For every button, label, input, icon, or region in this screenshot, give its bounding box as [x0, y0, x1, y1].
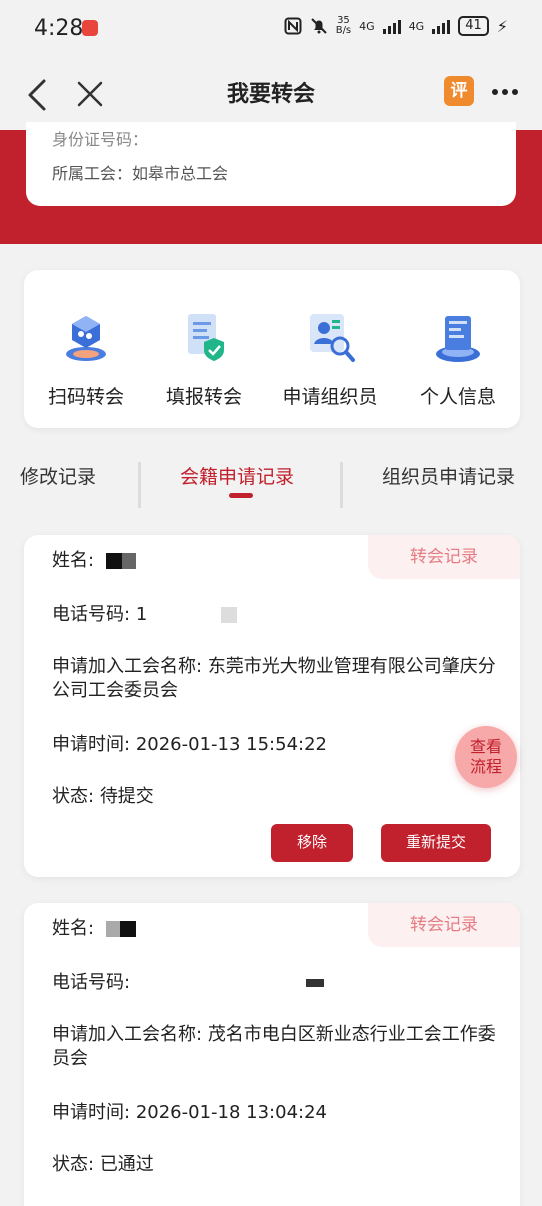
- battery-indicator: 41: [458, 16, 489, 36]
- signal-icon-2: [432, 18, 451, 34]
- redaction-mask: [105, 921, 120, 937]
- status-bar: 4:28 35 B/s 4G 4G 41 ⚡: [0, 0, 542, 58]
- tab-divider: [340, 462, 343, 508]
- action-fill-transfer[interactable]: 填报转会: [142, 310, 266, 409]
- tab-membership-records[interactable]: 会籍申请记录: [180, 462, 294, 489]
- profile-card: 身份证号码： 所属工会：如皋市总工会: [26, 122, 516, 206]
- quick-actions: 扫码转会 填报转会 申请组织员 个人信息: [24, 270, 520, 428]
- phone-label: 电话号码:: [52, 604, 131, 625]
- record-union: 申请加入工会名称: 茂名市电白区新业态行业工会工作委员会: [52, 1023, 502, 1071]
- record-status: 状态: 已通过: [52, 1153, 502, 1177]
- union-value: 如皋市总工会: [132, 164, 229, 183]
- app-notification-icon: [82, 20, 98, 36]
- record-name: 姓名:: [52, 549, 502, 573]
- redaction-mask: [305, 979, 324, 987]
- record-phone: 电话号码: 1: [52, 603, 502, 627]
- net-speed: 35 B/s: [336, 16, 351, 36]
- name-label: 姓名:: [52, 918, 95, 939]
- status-value: 已通过: [99, 1154, 154, 1175]
- record-name: 姓名:: [52, 917, 502, 941]
- action-apply-organizer[interactable]: 申请组织员: [268, 310, 392, 409]
- rate-button[interactable]: 评: [444, 76, 474, 106]
- status-value: 待提交: [99, 786, 154, 807]
- flow-label-line2: 流程: [469, 757, 502, 776]
- more-icon[interactable]: [490, 82, 520, 102]
- action-label: 申请组织员: [282, 386, 378, 408]
- time-label: 申请时间:: [52, 1102, 131, 1123]
- tab-modify-records[interactable]: 修改记录: [20, 462, 96, 489]
- personal-info-icon: [430, 310, 486, 366]
- redaction-mask: [121, 553, 136, 569]
- phone-label: 电话号码:: [52, 972, 131, 993]
- record-time: 申请时间: 2026-01-18 13:04:24: [52, 1101, 502, 1125]
- network-type-1: 4G: [359, 19, 375, 33]
- record-card: 转会记录 姓名: 电话号码: 1 申请加入工会名称: 东莞市光大物业管理有限公司…: [24, 535, 520, 877]
- network-type-2: 4G: [408, 19, 425, 33]
- signal-icon-1: [382, 18, 401, 34]
- resubmit-button[interactable]: 重新提交: [381, 824, 491, 862]
- record-tabs: 修改记录 会籍申请记录 组织员申请记录: [0, 450, 542, 510]
- record-union: 申请加入工会名称: 东莞市光大物业管理有限公司肇庆分公司工会委员会: [52, 655, 502, 703]
- status-label: 状态:: [52, 786, 95, 807]
- action-personal-info[interactable]: 个人信息: [396, 310, 520, 409]
- time-value: 2026-01-13 15:54:22: [135, 734, 327, 755]
- fill-form-icon: [176, 310, 232, 366]
- name-label: 姓名:: [52, 550, 95, 571]
- record-status: 状态: 待提交: [52, 785, 502, 809]
- remove-button[interactable]: 移除: [271, 824, 353, 862]
- phone-value: 1: [135, 604, 148, 625]
- action-label: 填报转会: [165, 386, 242, 408]
- union-label: 申请加入工会名称:: [52, 656, 203, 677]
- mute-bell-icon: [310, 17, 328, 35]
- time-value: 2026-01-18 13:04:24: [135, 1102, 327, 1123]
- status-icons: 35 B/s 4G 4G 41 ⚡: [284, 16, 508, 36]
- record-time: 申请时间: 2026-01-13 15:54:22: [52, 733, 502, 757]
- nav-header: 我要转会 评: [0, 58, 542, 130]
- active-tab-indicator: [229, 493, 253, 498]
- action-scan-transfer[interactable]: 扫码转会: [24, 310, 148, 409]
- union-label: 申请加入工会名称:: [52, 1024, 203, 1045]
- status-label: 状态:: [52, 1154, 95, 1175]
- redaction-mask: [119, 921, 136, 937]
- redaction-mask: [221, 607, 237, 623]
- record-card: 转会记录 姓名: 电话号码: 申请加入工会名称: 茂名市电白区新业态行业工会工作…: [24, 903, 520, 1206]
- tab-organizer-records[interactable]: 组织员申请记录: [382, 462, 515, 489]
- nfc-icon: [284, 17, 302, 35]
- apply-organizer-icon: [302, 310, 358, 366]
- action-label: 扫码转会: [47, 386, 124, 408]
- id-number-label: 身份证号码：: [52, 130, 149, 149]
- record-phone: 电话号码:: [52, 971, 502, 995]
- flow-label-line1: 查看: [469, 737, 502, 756]
- action-label: 个人信息: [419, 386, 496, 408]
- tab-divider: [138, 462, 141, 508]
- scan-transfer-icon: [58, 310, 114, 366]
- union-label: 所属工会：: [52, 164, 133, 183]
- status-time: 4:28: [34, 16, 84, 41]
- view-flow-button[interactable]: 查看 流程: [455, 726, 517, 788]
- time-label: 申请时间:: [52, 734, 131, 755]
- redaction-mask: [105, 553, 122, 569]
- union-info: 所属工会：如皋市总工会: [52, 160, 228, 184]
- net-speed-unit: B/s: [335, 25, 352, 36]
- charging-icon: ⚡: [496, 16, 508, 36]
